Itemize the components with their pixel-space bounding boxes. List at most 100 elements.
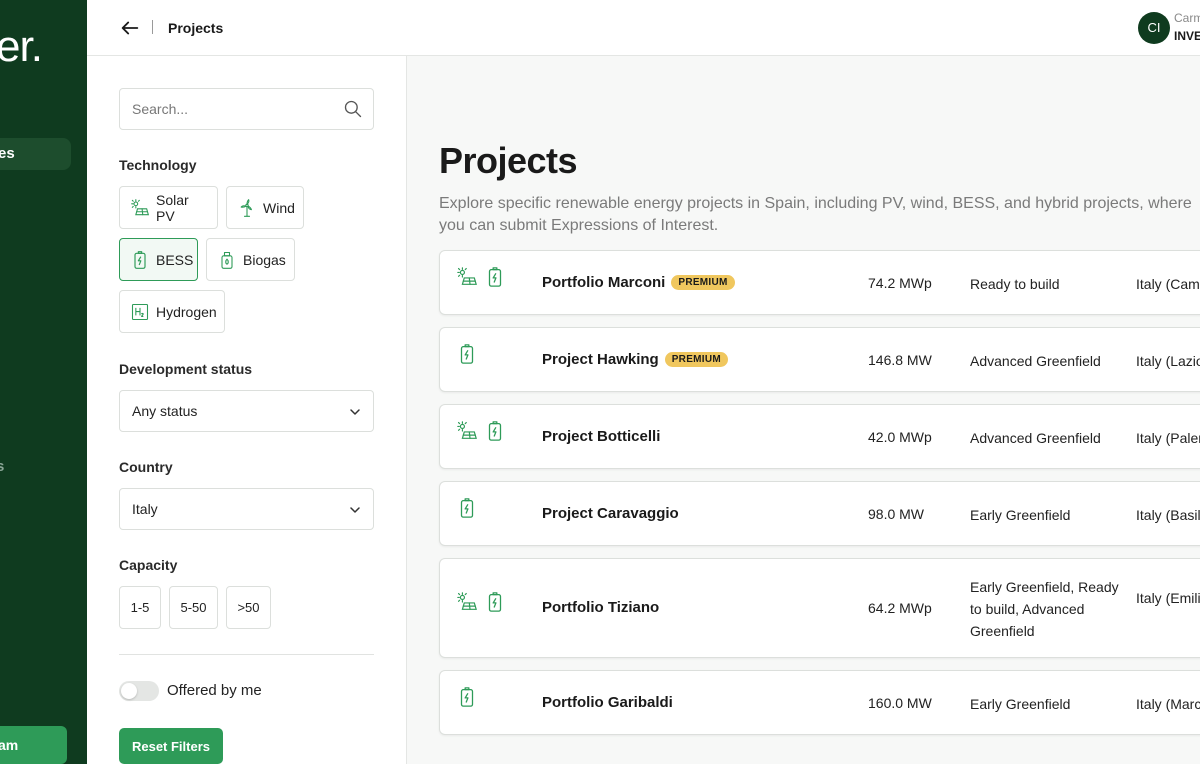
capacity-label: Capacity <box>119 557 178 573</box>
project-status: Early Greenfield <box>970 695 1071 712</box>
solar-icon <box>457 592 477 610</box>
project-tech-icons <box>456 420 506 442</box>
sidebar-item[interactable]: s <box>0 458 4 475</box>
country-label: Country <box>119 459 173 475</box>
project-name-cell: Project Botticelli <box>542 428 660 445</box>
project-capacity: 146.8 MW <box>868 351 932 368</box>
sidebar-item-active[interactable]: es <box>0 138 71 170</box>
chevron-down-icon <box>350 507 360 513</box>
status-value: Any status <box>132 403 198 419</box>
project-row[interactable]: Portfolio Marconi PREMIUM 74.2 MWp Ready to… <box>439 250 1200 315</box>
tech-chip-hydrogen[interactable]: Hydrogen <box>119 290 225 333</box>
project-name-cell: Portfolio Marconi PREMIUM <box>542 274 735 291</box>
search-icon[interactable] <box>343 99 363 119</box>
tech-chip-label: Solar PV <box>156 191 189 224</box>
solar-icon <box>131 198 150 215</box>
avatar[interactable]: CI <box>1138 12 1170 44</box>
project-name-cell: Project Hawking PREMIUM <box>542 351 729 368</box>
project-country: Italy (Marche) <box>1136 695 1200 712</box>
project-status: Ready to build <box>970 275 1060 292</box>
capacity-chip-over-50[interactable]: >50 <box>226 586 271 629</box>
battery-icon <box>488 420 502 441</box>
toggle-knob <box>121 683 137 699</box>
project-capacity: 74.2 MWp <box>868 274 932 291</box>
status-select[interactable]: Any status <box>119 390 374 432</box>
project-country: Italy (Campania) <box>1136 275 1200 292</box>
project-name[interactable]: Project Caravaggio <box>542 505 679 522</box>
breadcrumb: Projects <box>168 20 224 36</box>
project-name[interactable]: Portfolio Tiziano <box>542 599 659 616</box>
battery-icon <box>488 266 502 287</box>
project-capacity: 160.0 MW <box>868 694 932 711</box>
project-country: Italy (Lazio) <box>1136 352 1200 369</box>
breadcrumb-divider <box>152 20 153 34</box>
app-sidebar: er. es s am <box>0 0 87 764</box>
project-capacity: 42.0 MWp <box>868 428 932 445</box>
project-tech-icons <box>456 497 478 519</box>
search-input[interactable] <box>120 89 320 129</box>
solar-icon <box>457 420 477 439</box>
search-box[interactable] <box>119 88 374 130</box>
project-country: Italy (Emilia, Sicily) <box>1136 590 1200 606</box>
battery-icon <box>460 343 474 364</box>
technology-label: Technology <box>119 157 197 173</box>
project-row[interactable]: Project Hawking PREMIUM 146.8 MW Advanced G… <box>439 327 1200 392</box>
project-tech-icons <box>456 266 506 288</box>
project-country: Italy (Palermo) <box>1136 429 1200 446</box>
project-capacity: 98.0 MW <box>868 505 925 522</box>
country-select[interactable]: Italy <box>119 488 374 530</box>
battery-icon <box>488 592 502 612</box>
project-status: Advanced Greenfield <box>970 352 1101 369</box>
country-value: Italy <box>132 501 158 517</box>
chevron-down-icon <box>350 409 360 415</box>
wind-icon <box>240 198 252 217</box>
tech-chip-solar-pv[interactable]: Solar PV <box>119 186 218 229</box>
project-row[interactable]: Project Botticelli 42.0 MWp Advanced Green… <box>439 404 1200 469</box>
solar-icon <box>457 266 477 285</box>
premium-badge: PREMIUM <box>671 274 735 290</box>
filters-panel: Technology Solar PV Wind BESS Biogas Hyd… <box>87 56 407 764</box>
project-status: Advanced Greenfield <box>970 429 1101 446</box>
project-name-cell: Portfolio Garibaldi <box>542 694 673 711</box>
user-role: INVE <box>1174 29 1200 43</box>
project-row[interactable]: Portfolio Garibaldi 160.0 MW Early Greenfi… <box>439 670 1200 735</box>
filters-divider <box>119 654 374 655</box>
project-tech-icons <box>456 686 478 708</box>
project-row[interactable]: Project Caravaggio 98.0 MW Early Greenfiel… <box>439 481 1200 546</box>
reset-filters-button[interactable]: Reset Filters <box>119 728 223 764</box>
battery-icon <box>134 250 146 269</box>
project-tech-icons <box>456 591 506 613</box>
tech-chip-bess[interactable]: BESS <box>119 238 198 281</box>
offered-by-me-toggle[interactable] <box>119 681 159 701</box>
top-header: Projects CI Carm INVE <box>87 0 1200 56</box>
project-status: Early Greenfield, Ready to build, Advanc… <box>970 579 1119 639</box>
tech-chip-wind[interactable]: Wind <box>226 186 304 229</box>
capacity-chip-5-50[interactable]: 5-50 <box>169 586 218 629</box>
project-name-cell: Portfolio Tiziano <box>542 599 659 616</box>
page-title: Projects <box>439 140 578 181</box>
biogas-icon <box>221 251 233 269</box>
page-description: Explore specific renewable energy projec… <box>439 195 1192 234</box>
user-name: Carm <box>1174 11 1200 25</box>
tech-chip-biogas[interactable]: Biogas <box>206 238 295 281</box>
sidebar-cta-button[interactable]: am <box>0 726 67 764</box>
status-label: Development status <box>119 361 253 377</box>
brand-logo: er. <box>0 22 43 71</box>
battery-icon <box>460 497 474 518</box>
premium-badge: PREMIUM <box>664 351 729 367</box>
battery-icon <box>460 686 474 707</box>
hydrogen-icon <box>131 303 149 320</box>
project-name[interactable]: Project Botticelli <box>542 428 660 445</box>
project-capacity: 64.2 MWp <box>868 600 932 616</box>
tech-chip-label: BESS <box>156 251 194 268</box>
project-name[interactable]: Portfolio Marconi <box>542 274 665 291</box>
back-arrow-icon[interactable] <box>119 17 141 39</box>
project-name-cell: Project Caravaggio <box>542 505 679 522</box>
project-row[interactable]: Portfolio Tiziano 64.2 MWp Early Greenfiel… <box>439 558 1200 658</box>
main-content: Projects Explore specific renewable ener… <box>407 56 1200 764</box>
project-name[interactable]: Project Hawking <box>542 351 659 368</box>
project-country: Italy (Basilicata) <box>1136 506 1200 523</box>
capacity-chip-1-5[interactable]: 1-5 <box>119 586 161 629</box>
project-status: Early Greenfield <box>970 506 1071 523</box>
project-name[interactable]: Portfolio Garibaldi <box>542 694 673 711</box>
